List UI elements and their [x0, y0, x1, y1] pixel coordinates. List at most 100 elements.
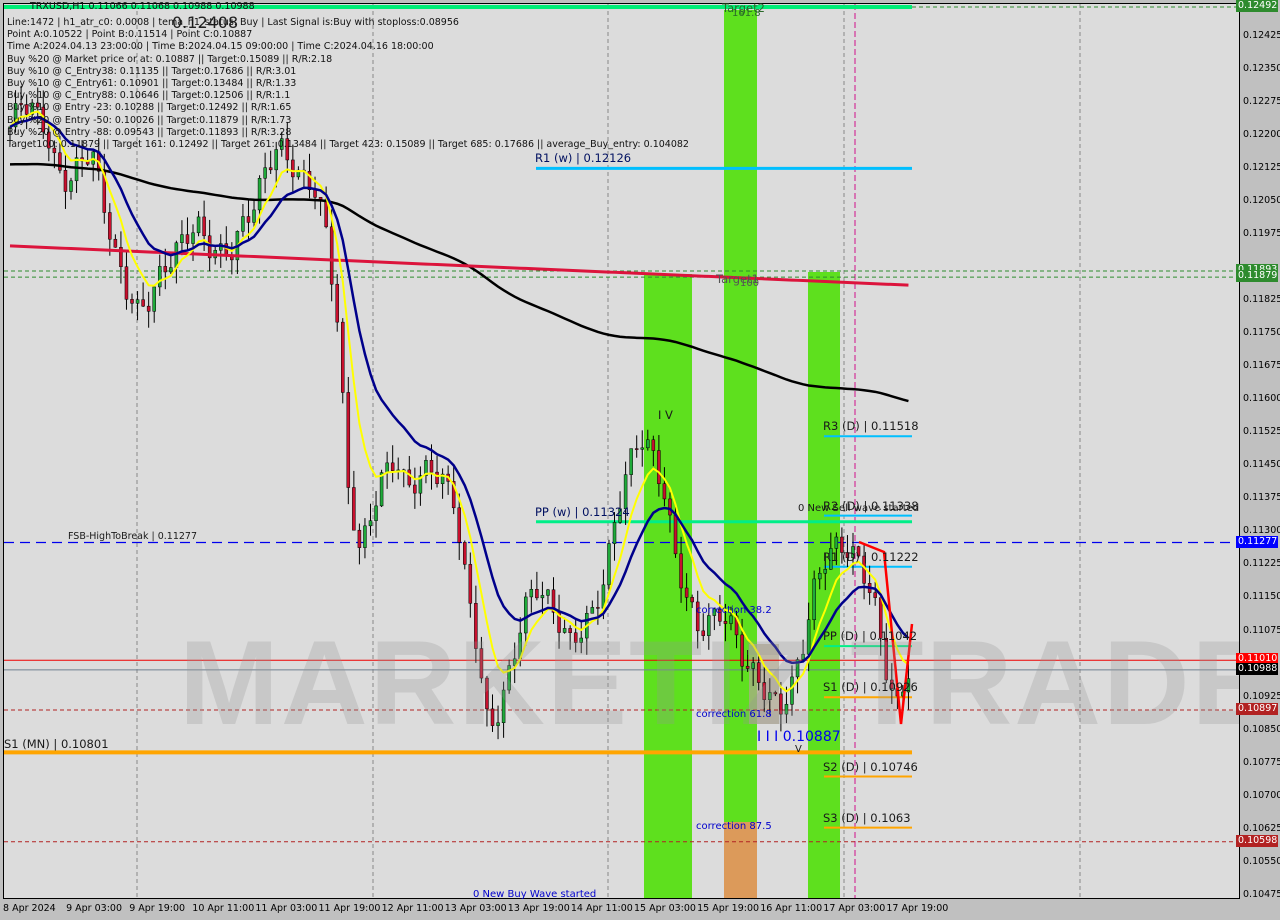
- candle-body: [63, 170, 68, 192]
- target1-value: 100: [740, 278, 760, 289]
- candle-body: [662, 483, 667, 500]
- pp-weekly-label: PP (w) | 0.11324: [535, 505, 630, 519]
- candle-body: [69, 180, 73, 192]
- candle-body: [130, 299, 134, 304]
- y-tick-label: 0.10625: [1243, 822, 1280, 834]
- y-tick-label: 0.11375: [1243, 492, 1280, 504]
- candle-body: [191, 232, 195, 244]
- candle-body: [196, 216, 201, 234]
- candle-body: [335, 283, 339, 323]
- info-line: Buy %10 @ Entry -23: 0.10288 || Target:0…: [7, 102, 292, 114]
- orange-zone: [724, 822, 757, 898]
- y-tick-label: 0.10475: [1243, 889, 1280, 900]
- candle-body: [185, 234, 190, 244]
- watermark: MARKETIZ TRADE: [179, 616, 1240, 750]
- candle-body: [135, 299, 140, 304]
- y-tick-label: 0.12275: [1243, 95, 1280, 107]
- candle-body: [346, 392, 351, 488]
- candle-body: [352, 487, 356, 531]
- info-line: Point A:0.10522 | Point B:0.11514 | Poin…: [7, 29, 253, 41]
- info-line: Target100: 0.11879 || Target 161: 0.1249…: [7, 139, 689, 150]
- candle-body: [113, 238, 118, 248]
- green-zone: [724, 10, 757, 898]
- candle-body: [385, 462, 389, 473]
- y-tick-label: 0.12425: [1243, 29, 1280, 41]
- candle-body: [252, 209, 256, 223]
- candle-body: [823, 569, 828, 574]
- candle-body: [413, 484, 417, 494]
- candle-body: [152, 286, 156, 312]
- x-tick-label: 8 Apr 2024: [3, 903, 56, 914]
- candle-body: [690, 597, 694, 603]
- info-line: Buy %20 @ Entry -88: 0.09543 || Target:0…: [7, 126, 292, 138]
- candle-body: [612, 522, 617, 544]
- x-tick-label: 9 Apr 19:00: [129, 903, 186, 914]
- s2-daily-label: S2 (D) | 0.10746: [823, 760, 918, 774]
- candle-body: [668, 498, 672, 516]
- x-tick-label: 16 Apr 11:00: [760, 903, 823, 914]
- y-tick-label: 0.11675: [1243, 360, 1280, 372]
- candle-body: [329, 226, 334, 285]
- y-tick-label: 0.10850: [1243, 723, 1280, 735]
- candle-body: [141, 299, 145, 307]
- candle-body: [257, 178, 262, 211]
- y-tick-label: 0.10550: [1243, 855, 1280, 867]
- s1-daily-label: S1 (D) | 0.10926: [823, 680, 918, 694]
- candle-body: [590, 607, 595, 614]
- candle-body: [435, 471, 439, 484]
- candle-body: [468, 564, 473, 604]
- green-zone: [644, 274, 692, 898]
- candle-body: [646, 439, 650, 449]
- s1-monthly-label: S1 (MN) | 0.10801: [4, 737, 109, 751]
- candle-body: [241, 216, 245, 232]
- candle-body: [263, 167, 267, 179]
- candle-body: [546, 589, 550, 596]
- candle-body: [169, 267, 173, 273]
- s3-daily-label: S3 (D) | 0.1063: [823, 811, 911, 825]
- y-tick-label: 0.11825: [1243, 293, 1280, 305]
- x-tick-label: 15 Apr 03:00: [634, 903, 696, 914]
- y-tick-label: 0.10775: [1243, 756, 1280, 768]
- candle-body: [274, 149, 278, 171]
- info-line: Buy %20 @ Entry -50: 0.10026 || Target:0…: [7, 114, 292, 126]
- ema-black-line: [9, 162, 909, 403]
- y-tick-label: 0.11450: [1243, 459, 1280, 471]
- candle-body: [202, 216, 206, 237]
- pp-daily-label: PP (D) | 0.11042: [823, 629, 918, 643]
- candle-body: [157, 266, 162, 288]
- candle-body: [268, 167, 273, 171]
- y-tick-label: 0.10700: [1243, 789, 1280, 801]
- wave-iii-label: I I I 0.10887: [757, 729, 841, 745]
- candle-body: [246, 216, 251, 223]
- candle-body: [834, 536, 839, 549]
- correction-87-label: correction 87.5: [696, 821, 772, 832]
- price-tag: 0.10988: [1236, 662, 1278, 675]
- candle-body: [651, 439, 656, 451]
- info-line: Buy %10 @ C_Entry38: 0.11135 || Target:0…: [7, 65, 297, 77]
- x-tick-label: 13 Apr 19:00: [507, 903, 570, 914]
- candle-body: [529, 589, 534, 598]
- price-tag: 0.10598: [1236, 834, 1278, 847]
- y-tick-label: 0.11225: [1243, 558, 1280, 570]
- y-tick-label: 0.12350: [1243, 62, 1280, 74]
- info-line: Buy %10 @ C_Entry61: 0.10901 || Target:0…: [7, 78, 297, 89]
- target2-value: 161.8: [732, 8, 761, 19]
- candle-body: [374, 505, 378, 521]
- y-tick-label: 0.11075: [1243, 624, 1280, 636]
- y-tick-label: 0.11600: [1243, 393, 1280, 405]
- candle-body: [163, 266, 168, 273]
- candle-body: [634, 448, 639, 450]
- info-line: Buy %20 @ Market price or at: 0.10887 ||…: [7, 53, 333, 65]
- candle-body: [108, 212, 112, 240]
- x-tick-label: 17 Apr 03:00: [823, 903, 886, 914]
- candle-body: [607, 543, 611, 586]
- x-tick-label: 11 Apr 03:00: [255, 903, 318, 914]
- r1-daily-label: R1 (D) | 0.11222: [823, 550, 919, 564]
- y-tick-label: 0.10925: [1243, 690, 1280, 702]
- x-tick-label: 10 Apr 11:00: [192, 903, 255, 914]
- candle-body: [457, 507, 461, 543]
- candle-body: [535, 589, 539, 599]
- y-tick-label: 0.12050: [1243, 194, 1280, 206]
- candle-body: [623, 474, 628, 510]
- info-line: Buy %10 @ C_Entry88: 0.10646 || Target:0…: [7, 90, 291, 102]
